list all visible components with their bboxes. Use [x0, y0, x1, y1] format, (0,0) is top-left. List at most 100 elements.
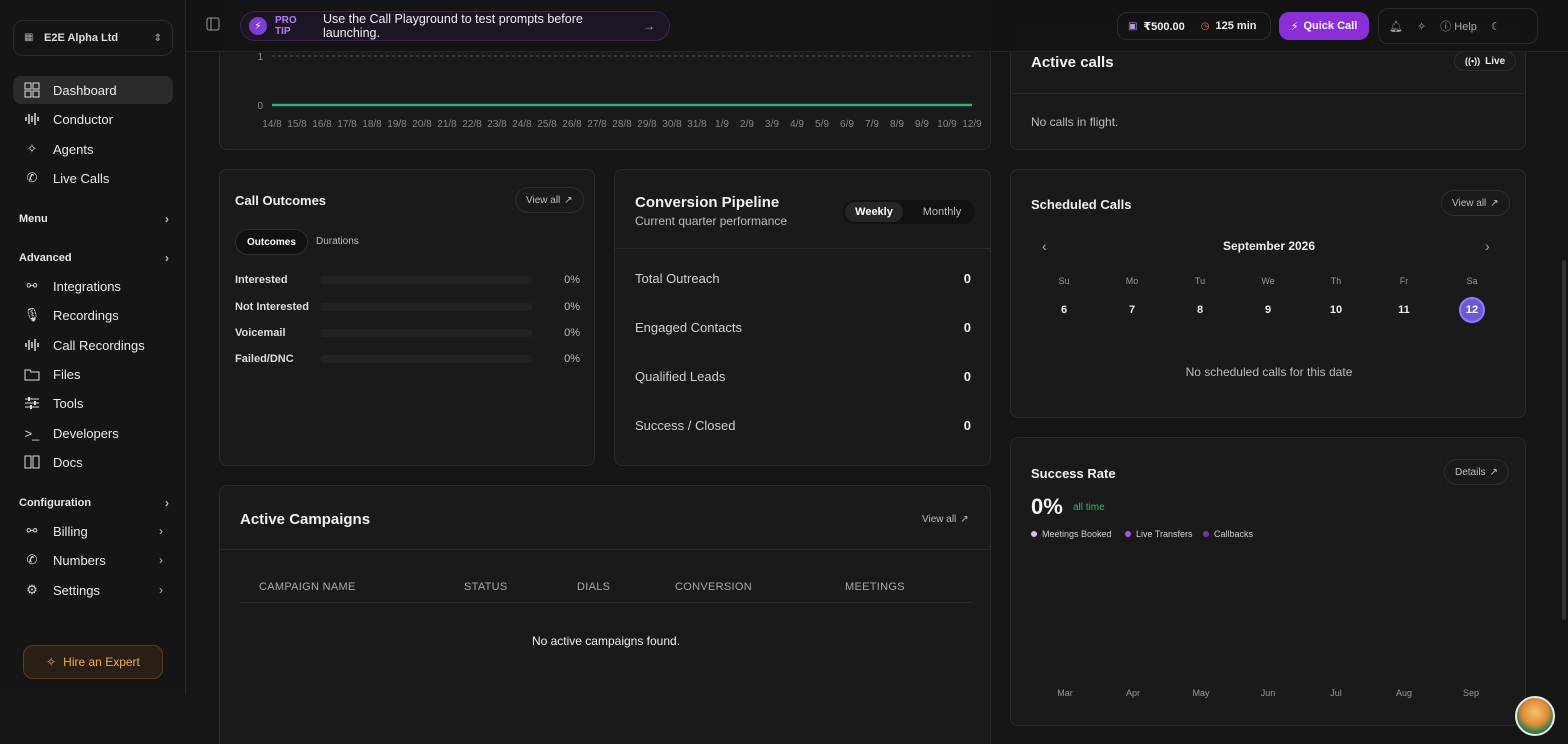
pro-tip-banner[interactable]: ⚡ PRO TIP Use the Call Playground to tes…: [240, 11, 670, 41]
waveform-icon: [23, 110, 41, 128]
success-details-button[interactable]: Details ↗: [1444, 459, 1509, 485]
arrow-up-right-icon: ↗: [564, 194, 573, 206]
lightning-icon: ⚡: [249, 17, 267, 35]
legend-item: Live Transfers: [1125, 529, 1193, 539]
moon-icon[interactable]: ☾: [1491, 20, 1501, 33]
sidebar-item-numbers[interactable]: ✆ Numbers ›: [13, 546, 173, 574]
sidebar-item-settings[interactable]: ⚙ Settings ›: [13, 576, 173, 604]
sidebar-item-agents[interactable]: ✧ Agents: [13, 135, 173, 163]
legend-item: Meetings Booked: [1031, 529, 1112, 539]
user-avatar[interactable]: [1515, 696, 1555, 736]
x-tick-label: 9/9: [915, 119, 929, 130]
chevron-right-icon: ›: [165, 251, 169, 265]
scrollbar-thumb[interactable]: [1562, 260, 1566, 620]
section-menu[interactable]: Menu ›: [19, 212, 169, 226]
calendar-day[interactable]: 11: [1391, 297, 1417, 323]
weekday-label: We: [1261, 276, 1275, 286]
sidebar-item-files[interactable]: Files: [13, 360, 173, 388]
clock-icon: ◷: [1200, 20, 1210, 32]
call-outcomes-title: Call Outcomes: [235, 193, 327, 208]
column-header: STATUS: [464, 581, 508, 593]
x-tick-label: 15/8: [287, 119, 307, 130]
book-icon: [23, 453, 41, 471]
tab-outcomes[interactable]: Outcomes: [235, 229, 308, 255]
quick-call-button[interactable]: ⚡ Quick Call: [1279, 12, 1369, 40]
tab-durations[interactable]: Durations: [316, 236, 359, 247]
view-all-label: View all: [1452, 197, 1487, 209]
sidebar-item-call-recordings[interactable]: Call Recordings: [13, 331, 173, 359]
calendar-month: September 2026: [1222, 239, 1316, 253]
campaigns-empty: No active campaigns found.: [531, 634, 681, 648]
sidebar-item-developers[interactable]: >_ Developers: [13, 419, 173, 447]
x-tick-label: 10/9: [937, 119, 957, 130]
pro-tip-text: Use the Call Playground to test prompts …: [322, 12, 583, 40]
y-tick-label: 0: [257, 101, 263, 112]
outcome-row: Failed/DNC 0%: [235, 352, 580, 366]
arrow-up-right-icon: ↗: [1490, 197, 1499, 209]
sidebar-item-billing[interactable]: ⚯ Billing ›: [13, 517, 173, 545]
month-label: Jun: [1260, 688, 1276, 698]
outcome-label: Interested: [235, 274, 288, 286]
outcome-row: Interested 0%: [235, 273, 580, 287]
divider: [220, 549, 990, 550]
hire-expert-button[interactable]: ✧ Hire an Expert: [23, 645, 163, 679]
sidebar-item-conductor[interactable]: Conductor: [13, 105, 173, 133]
active-campaigns-card: Active Campaigns View all ↗ CAMPAIGN NAM…: [219, 485, 991, 744]
help-button[interactable]: ⓘ Help: [1440, 18, 1477, 34]
sidebar-toggle-button[interactable]: [206, 17, 222, 33]
sparkles-icon: ✧: [26, 141, 38, 156]
calendar-day[interactable]: 6: [1051, 297, 1077, 323]
x-tick-label: 14/8: [262, 119, 282, 130]
bell-icon[interactable]: 🔔︎: [1389, 20, 1403, 33]
next-month-button[interactable]: ›: [1485, 238, 1490, 254]
wallet-balance[interactable]: ▣ ₹500.00 ◷ 125 min: [1117, 12, 1271, 40]
sidebar-item-label: Dashboard: [53, 82, 117, 98]
calendar-day-selected[interactable]: 12: [1459, 297, 1485, 323]
sidebar-item-docs[interactable]: Docs: [13, 448, 173, 476]
calendar-day[interactable]: 7: [1119, 297, 1145, 323]
chevron-right-icon: ›: [165, 496, 169, 510]
outcomes-view-all-button[interactable]: View all ↗: [515, 187, 584, 213]
divider: [1011, 93, 1525, 94]
section-configuration[interactable]: Configuration ›: [19, 496, 169, 510]
tab-monthly[interactable]: Monthly: [913, 202, 971, 222]
month-label: Sep: [1462, 688, 1479, 698]
sidebar-item-label: Tools: [53, 395, 84, 411]
sidebar-item-tools[interactable]: Tools: [13, 389, 173, 417]
sparkles-icon[interactable]: ✧: [1417, 20, 1426, 33]
waveform-icon: [23, 336, 41, 354]
y-tick-label: 1: [257, 52, 263, 63]
wallet-icon: ▣: [1128, 20, 1138, 32]
scheduled-view-all-button[interactable]: View all ↗: [1441, 190, 1510, 216]
x-tick-label: 19/8: [387, 119, 407, 130]
pipeline-label: Success / Closed: [635, 418, 736, 433]
outcome-bar: [320, 329, 533, 337]
sidebar-item-label: Numbers: [53, 552, 106, 568]
sidebar-item-recordings[interactable]: 🎙︎ Recordings: [13, 301, 173, 329]
x-tick-label: 27/8: [587, 119, 607, 130]
sidebar-item-integrations[interactable]: ⚯ Integrations: [13, 272, 173, 300]
calendar-day[interactable]: 10: [1323, 297, 1349, 323]
lightning-icon: ⚡: [1290, 20, 1299, 33]
x-tick-label: 4/9: [790, 119, 804, 130]
outcome-row: Not Interested 0%: [235, 300, 580, 314]
legend-label: Meetings Booked: [1042, 529, 1112, 539]
arrow-right-icon: →: [643, 19, 655, 33]
month-label: May: [1192, 688, 1210, 698]
legend-dot: [1125, 531, 1131, 537]
gear-icon: ⚙: [26, 582, 38, 597]
view-all-label: View all: [526, 194, 561, 206]
sidebar-item-live-calls[interactable]: ✆ Live Calls: [13, 164, 173, 192]
campaigns-view-all-button[interactable]: View all ↗: [922, 514, 969, 525]
column-header: MEETINGS: [845, 581, 905, 593]
org-switcher[interactable]: ▦ E2E Alpha Ltd ⇕: [13, 20, 173, 56]
sidebar-item-dashboard[interactable]: Dashboard: [13, 76, 173, 104]
legend-dot: [1203, 531, 1209, 537]
calendar-day[interactable]: 9: [1255, 297, 1281, 323]
org-name: E2E Alpha Ltd: [44, 32, 119, 44]
tab-weekly[interactable]: Weekly: [845, 202, 903, 222]
calendar-day[interactable]: 8: [1187, 297, 1213, 323]
month-label: Apr: [1125, 688, 1140, 698]
section-advanced[interactable]: Advanced ›: [19, 251, 169, 265]
x-tick-label: 25/8: [537, 119, 557, 130]
